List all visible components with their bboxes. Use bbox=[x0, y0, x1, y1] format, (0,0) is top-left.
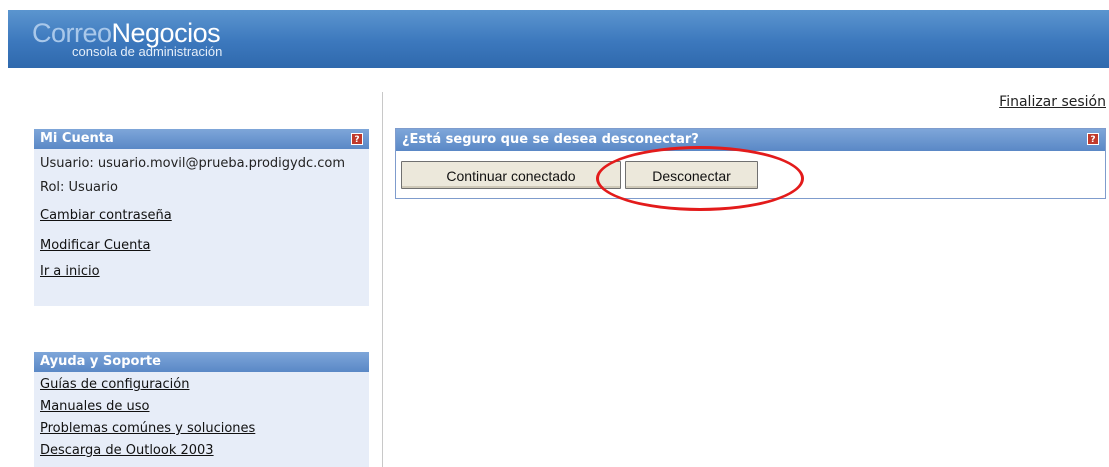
support-panel: Ayuda y Soporte Guías de configuración M… bbox=[34, 352, 369, 467]
help-icon[interactable]: ? bbox=[351, 133, 363, 145]
disconnect-button[interactable]: Desconectar bbox=[625, 161, 758, 189]
app-header: CorreoNegocios consola de administración bbox=[8, 10, 1109, 68]
column-divider bbox=[382, 92, 383, 467]
account-role: Rol: Usuario bbox=[40, 180, 118, 195]
account-panel-header: Mi Cuenta ? bbox=[34, 129, 369, 149]
change-password-link[interactable]: Cambiar contraseña bbox=[40, 204, 363, 228]
account-user: Usuario: usuario.movil@prueba.prodigydc.… bbox=[40, 156, 346, 171]
disconnect-confirm-panel: ¿Está seguro que se desea desconectar? ?… bbox=[395, 128, 1106, 199]
brand-logo: CorreoNegocios bbox=[32, 20, 221, 47]
brand-subtitle: consola de administración bbox=[72, 44, 223, 59]
go-home-link[interactable]: Ir a inicio bbox=[40, 260, 363, 284]
common-problems-link[interactable]: Problemas comúnes y soluciones bbox=[40, 418, 363, 440]
confirm-panel-title: ¿Está seguro que se desea desconectar? bbox=[402, 132, 699, 147]
account-panel-title: Mi Cuenta bbox=[40, 131, 114, 146]
continue-connected-button[interactable]: Continuar conectado bbox=[401, 161, 621, 189]
support-panel-title: Ayuda y Soporte bbox=[40, 354, 161, 369]
outlook-download-link[interactable]: Descarga de Outlook 2003 bbox=[40, 440, 363, 462]
support-panel-header: Ayuda y Soporte bbox=[34, 352, 369, 372]
user-manuals-link[interactable]: Manuales de uso bbox=[40, 396, 363, 418]
account-panel: Mi Cuenta ? Usuario: usuario.movil@prueb… bbox=[34, 129, 369, 306]
modify-account-link[interactable]: Modificar Cuenta bbox=[40, 234, 363, 258]
confirm-panel-header: ¿Está seguro que se desea desconectar? ? bbox=[396, 129, 1105, 151]
config-guides-link[interactable]: Guías de configuración bbox=[40, 374, 363, 396]
help-icon[interactable]: ? bbox=[1087, 133, 1099, 145]
logout-link[interactable]: Finalizar sesión bbox=[999, 94, 1106, 110]
